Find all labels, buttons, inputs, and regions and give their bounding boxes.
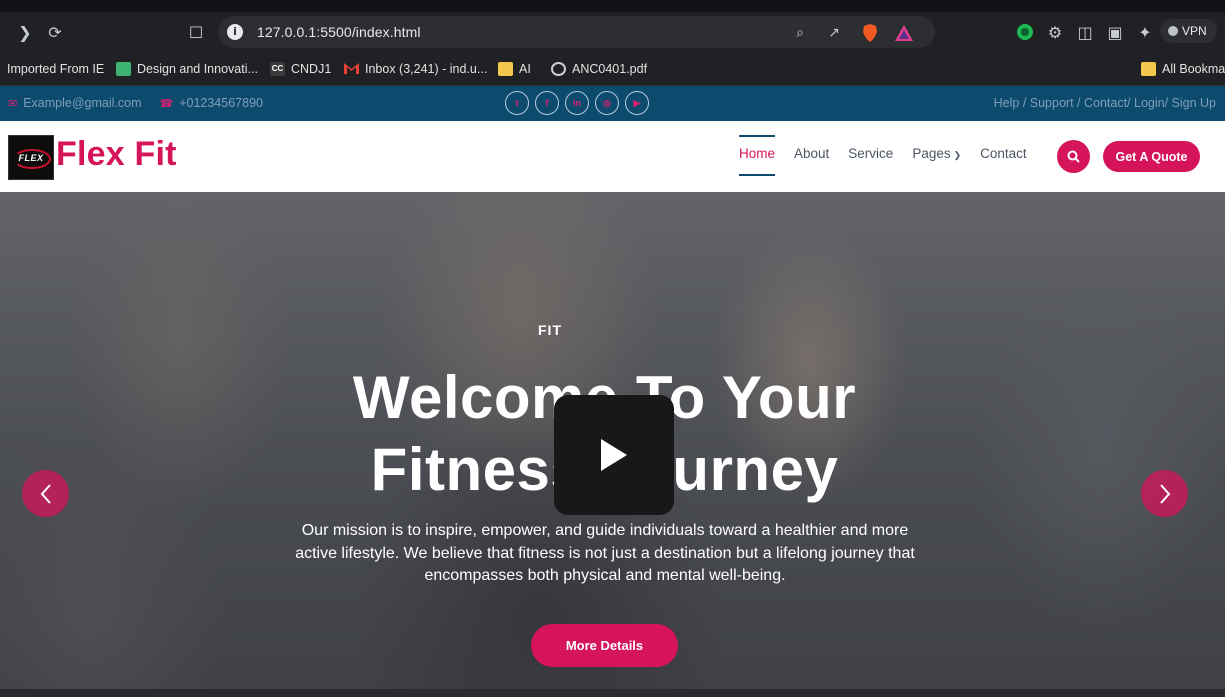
extension-green-icon[interactable] (1014, 21, 1036, 43)
hero-description: Our mission is to inspire, empower, and … (295, 522, 915, 584)
logo-image[interactable]: FLEX (8, 135, 54, 180)
phone-text: +01234567890 (179, 96, 263, 110)
nav-home[interactable]: Home (739, 135, 776, 176)
nav-pages[interactable]: Pages ❯ (912, 146, 961, 161)
address-bar[interactable]: i 127.0.0.1:5500/index.html ⌕ ↗ (218, 16, 935, 48)
bookmark-imported[interactable]: Imported From IE (7, 60, 104, 78)
vpn-icon (1168, 26, 1178, 36)
url-text: 127.0.0.1:5500/index.html (257, 24, 421, 40)
bookmark-all[interactable]: All Bookmar (1141, 60, 1225, 78)
bookmark-label: ANC0401.pdf (572, 62, 648, 76)
bookmark-inbox[interactable]: Inbox (3,241) - ind.u... (344, 60, 487, 78)
sidebar-icon[interactable]: ◫ (1074, 21, 1096, 43)
site-info-icon[interactable]: i (227, 24, 243, 40)
hero-tagline: FIT (538, 322, 562, 338)
phone-icon: ☎ (159, 97, 174, 110)
bookmark-label: Imported From IE (7, 62, 105, 76)
video-play-button[interactable] (554, 395, 674, 515)
leo-ai-icon[interactable]: ✦ (1134, 21, 1156, 43)
get-quote-button[interactable]: Get A Quote (1103, 141, 1200, 172)
bookmark-anc[interactable]: ANC0401.pdf (551, 60, 647, 78)
linkedin-icon[interactable]: in (565, 91, 589, 115)
zoom-icon[interactable]: ⌕ (790, 23, 810, 43)
forward-icon[interactable]: ❯ (14, 21, 36, 43)
chevron-down-icon: ❯ (953, 150, 962, 160)
reload-icon[interactable]: ⟳ (44, 21, 66, 43)
bookmarks-bar: Imported From IE Design and Innovati... … (0, 52, 1225, 86)
window-bottom-edge (0, 689, 1225, 697)
search-button[interactable] (1057, 140, 1090, 173)
design-favicon-icon (116, 62, 131, 76)
contact-info: ✉ Example@gmail.com ☎ +01234567890 (8, 96, 263, 110)
main-navbar: FLEX Flex Fit Home About Service Pages ❯ … (0, 121, 1225, 192)
chevron-left-icon (40, 483, 51, 504)
email-text: Example@gmail.com (23, 96, 142, 110)
top-links[interactable]: Help / Support / Contact/ Login/ Sign Up (994, 96, 1216, 110)
nav-about[interactable]: About (794, 146, 829, 161)
top-info-bar: ✉ Example@gmail.com ☎ +01234567890 t f i… (0, 86, 1225, 121)
globe-icon (551, 62, 566, 76)
bookmark-icon[interactable]: ☐ (185, 21, 207, 43)
bookmark-label: CNDJ1 (291, 62, 332, 76)
brave-shield-icon[interactable] (860, 23, 880, 43)
email-contact[interactable]: ✉ Example@gmail.com (8, 96, 142, 110)
logo-text: FLEX (18, 152, 44, 163)
wallet-icon[interactable]: ▣ (1104, 21, 1126, 43)
bookmark-label: AI (519, 62, 531, 76)
vpn-button[interactable]: VPN (1160, 19, 1217, 43)
carousel-prev-button[interactable] (22, 470, 69, 517)
brand-name[interactable]: Flex Fit (56, 135, 177, 174)
envelope-icon: ✉ (8, 97, 18, 110)
window-frame (0, 0, 1225, 12)
twitter-icon[interactable]: t (505, 91, 529, 115)
bookmark-ai[interactable]: AI (498, 60, 531, 78)
phone-contact[interactable]: ☎ +01234567890 (160, 96, 263, 110)
carousel-next-button[interactable] (1141, 470, 1188, 517)
bookmark-label: Inbox (3,241) - ind.u... (365, 62, 488, 76)
vpn-label: VPN (1182, 24, 1207, 38)
nav-service[interactable]: Service (848, 146, 893, 161)
cc-favicon-icon: CC (270, 62, 285, 76)
search-icon (1067, 150, 1080, 163)
bookmark-label: All Bookmar (1162, 62, 1225, 76)
folder-icon (498, 62, 513, 76)
social-links: t f in ◎ ▶ (505, 91, 649, 115)
hero-carousel: FIT Welcome To Your Fitness Journey Our … (0, 192, 1225, 697)
play-icon (601, 439, 627, 471)
bookmark-label: Design and Innovati... (137, 62, 258, 76)
browser-toolbar: ❯ ⟳ ☐ i 127.0.0.1:5500/index.html ⌕ ↗ ⚙ … (0, 12, 1225, 52)
chevron-right-icon (1159, 483, 1170, 504)
gmail-icon (344, 62, 359, 76)
bookmark-design[interactable]: Design and Innovati... (116, 60, 258, 78)
nav-contact[interactable]: Contact (980, 146, 1027, 161)
extensions-icon[interactable]: ⚙ (1044, 21, 1066, 43)
nav-menu: Home About Service Pages ❯ Contact (739, 135, 1027, 176)
instagram-icon[interactable]: ◎ (595, 91, 619, 115)
share-icon[interactable]: ↗ (824, 23, 844, 43)
nav-pages-label: Pages (912, 146, 951, 161)
more-details-button[interactable]: More Details (531, 624, 678, 667)
web-page: ✉ Example@gmail.com ☎ +01234567890 t f i… (0, 86, 1225, 697)
folder-icon (1141, 62, 1156, 76)
facebook-icon[interactable]: f (535, 91, 559, 115)
bookmark-cndj1[interactable]: CC CNDJ1 (270, 60, 331, 78)
brave-rewards-icon[interactable] (894, 23, 914, 43)
youtube-icon[interactable]: ▶ (625, 91, 649, 115)
